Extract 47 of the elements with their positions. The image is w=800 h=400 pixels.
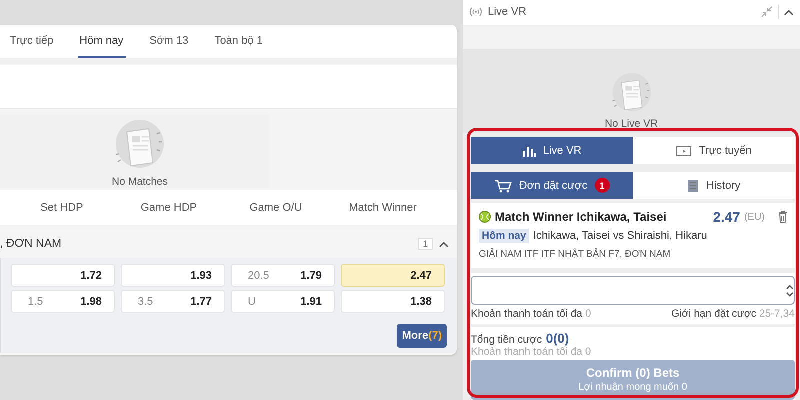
panel-title: Live VR (488, 6, 528, 18)
odds-button[interactable]: 2.47 (341, 264, 445, 287)
odds-button[interactable]: 3.5 1.77 (121, 290, 225, 313)
market-tab[interactable]: Trực tiếp (8, 25, 56, 58)
max-payout: Khoản thanh toán tối đa 0 (471, 308, 592, 320)
lip-tabs-tab[interactable]: History (633, 172, 795, 200)
collapse-icon[interactable] (761, 6, 773, 18)
stake-input[interactable] (471, 276, 795, 306)
lip-tabs-tab[interactable]: Đơn đặt cược 1 (471, 172, 633, 200)
league-name: GIẢI NAM ITF ITF NHẬT BẢN F7, ĐƠN NAM (479, 249, 672, 260)
bet-odds: 2.47 (713, 209, 740, 226)
caret-icon[interactable] (784, 8, 794, 16)
more-button[interactable]: More(7) (397, 324, 447, 348)
trash-icon[interactable] (777, 210, 789, 224)
odds-button[interactable]: U 1.91 (231, 290, 335, 313)
odds-button[interactable]: 1.38 (341, 290, 445, 313)
column-header: Game HDP (140, 202, 198, 214)
view-tab-tab[interactable]: Live VR (471, 137, 633, 164)
column-header: Set HDP (40, 202, 84, 214)
empty-message: No Matches (112, 176, 168, 188)
odds-format: (EU) (744, 212, 765, 223)
odds-button[interactable]: 1.72 (11, 264, 115, 287)
bar-chart-icon (522, 144, 536, 157)
league-name: , ĐƠN NAM (0, 238, 63, 250)
max-payout: Khoản thanh toán tối đa 0 (471, 346, 592, 358)
broadcast-icon (469, 7, 483, 18)
total-stake: Tổng tiền cược 0(0) (471, 331, 570, 346)
market-tab[interactable]: Toàn bộ 1 (212, 25, 266, 58)
spinner-icon (786, 284, 794, 298)
market-tab[interactable]: Sớm 13 (148, 25, 191, 58)
tennis-ball-icon (479, 211, 491, 224)
column-header: Match Winner (348, 202, 418, 214)
bet-limit: Giới hạn đặt cược 25-7,34 (671, 308, 795, 320)
match-name: Ichikawa, Taisei vs Shiraishi, Hikaru (533, 230, 708, 242)
list-icon (687, 178, 700, 193)
match-count: 1 (418, 238, 433, 250)
cart-icon (494, 178, 512, 193)
view-tab-tab[interactable]: Trực tuyến (633, 137, 795, 164)
odds-button[interactable]: 1.93 (121, 264, 225, 287)
date-tag: Hôm nay (479, 229, 530, 244)
odds-button[interactable]: 20.5 1.79 (231, 264, 335, 287)
count-badge: 1 (594, 178, 610, 194)
odds-button[interactable]: 1.5 1.98 (11, 290, 115, 313)
screen-icon (676, 144, 692, 157)
bet-title: Match Winner Ichikawa, Taisei (495, 210, 668, 224)
column-header: Game O/U (248, 202, 304, 214)
empty-message: No Live VR (604, 118, 658, 130)
